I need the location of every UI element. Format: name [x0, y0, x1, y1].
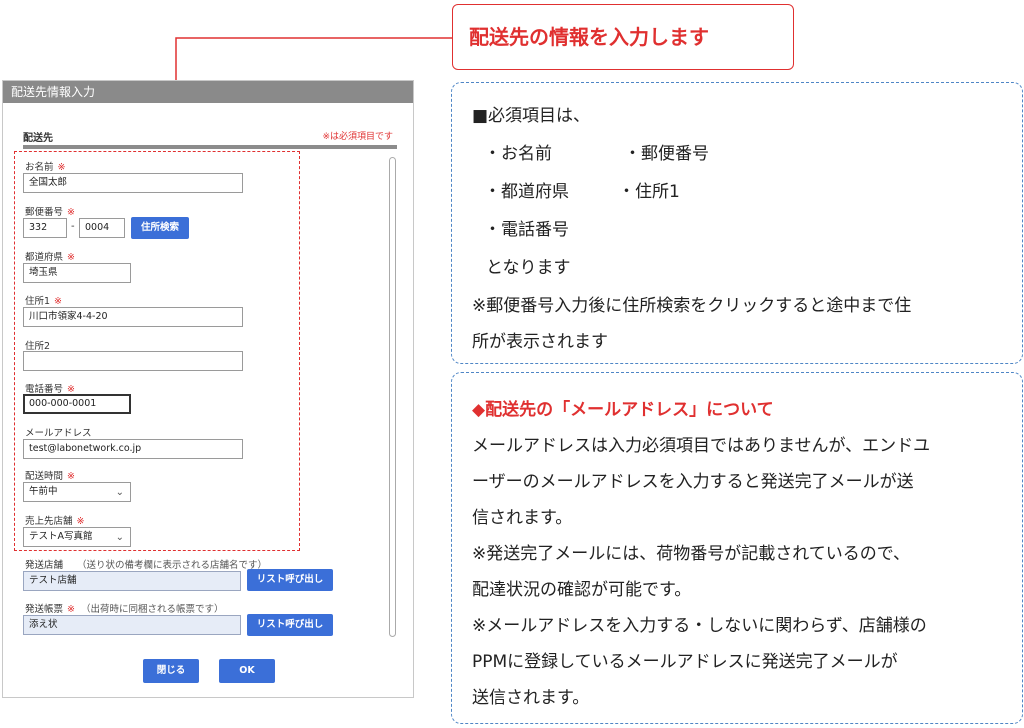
info2-title: ◆配送先の「メールアドレス」について	[472, 400, 774, 420]
required-fields-highlight	[14, 151, 300, 551]
required-fields-info-box: ■必須項目は、 ・お名前 ・郵便番号 ・都道府県 ・住所1 ・電話番号 となりま…	[451, 82, 1023, 364]
info2-line5: 配達状況の確認が可能です。	[472, 580, 692, 600]
info1-item-name: ・お名前	[484, 144, 552, 164]
shipping-form-input[interactable]: 添え状	[23, 615, 241, 635]
info1-item-postal: ・郵便番号	[624, 144, 709, 164]
section-title: 配送先	[23, 133, 53, 144]
info2-line8: 送信されます。	[472, 688, 590, 708]
callout-box: 配送先の情報を入力します	[452, 4, 794, 70]
info1-item-prefecture: ・都道府県	[484, 182, 569, 202]
info1-item-address1: ・住所1	[618, 182, 680, 202]
ok-button[interactable]: OK	[219, 659, 275, 683]
email-info-box: ◆配送先の「メールアドレス」について メールアドレスは入力必須項目ではありません…	[451, 372, 1023, 724]
shipping-form-label: 発送帳票 ※ （出荷時に同梱される帳票です）	[25, 604, 224, 615]
info2-line3: 信されます。	[472, 508, 573, 528]
required-mark: ※	[67, 604, 75, 615]
required-note: ※は必須項目です	[322, 132, 393, 142]
info1-note-line1: ※郵便番号入力後に住所検索をクリックすると途中まで住	[472, 296, 912, 316]
shipping-store-label: 発送店舗 （送り状の備考欄に表示される店舗名です）	[25, 560, 268, 571]
info2-line6: ※メールアドレスを入力する・しないに関わらず、店舗様の	[472, 616, 927, 636]
shipping-form-list-button[interactable]: リスト呼び出し	[247, 614, 333, 636]
info2-line2: ーザーのメールアドレスを入力すると発送完了メールが送	[472, 472, 914, 492]
close-button[interactable]: 閉じる	[143, 659, 199, 683]
callout-text: 配送先の情報を入力します	[469, 25, 709, 49]
section-divider	[23, 145, 397, 149]
shipping-store-list-button[interactable]: リスト呼び出し	[247, 569, 333, 591]
shipping-form-hint: （出荷時に同梱される帳票です）	[80, 604, 224, 615]
dialog-scrollbar[interactable]	[389, 157, 396, 637]
shipping-store-hint: （送り状の備考欄に表示される店舗名です）	[77, 560, 268, 571]
shipping-store-input[interactable]: テスト店舗	[23, 571, 241, 591]
info2-line4: ※発送完了メールには、荷物番号が記載されているので、	[472, 544, 911, 564]
info1-item-phone: ・電話番号	[484, 220, 569, 240]
info1-heading: ■必須項目は、	[472, 106, 591, 126]
dialog-title: 配送先情報入力	[3, 81, 413, 103]
info2-line1: メールアドレスは入力必須項目ではありませんが、エンドユ	[472, 436, 931, 456]
info1-note-line2: 所が表示されます	[472, 332, 608, 352]
info2-line7: PPMに登録しているメールアドレスに発送完了メールが	[472, 652, 898, 672]
info1-line-end: となります	[486, 258, 571, 278]
